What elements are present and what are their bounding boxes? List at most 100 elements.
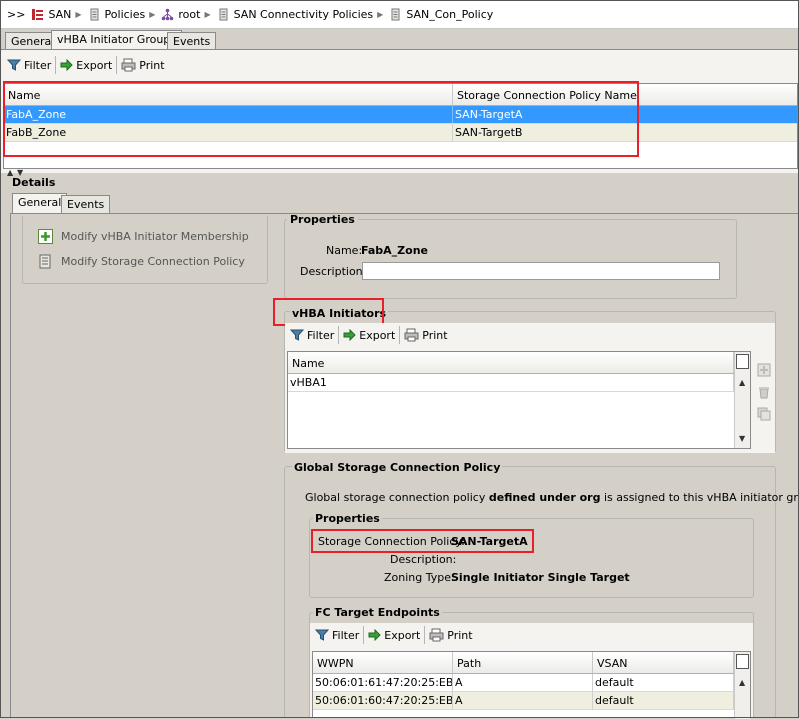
zoning-type-value: Single Initiator Single Target bbox=[451, 571, 630, 584]
column-chooser-icon[interactable] bbox=[736, 654, 749, 669]
breadcrumb-item-policies[interactable]: Policies ▶ bbox=[88, 8, 156, 21]
column-header-vsan[interactable]: VSAN bbox=[593, 652, 734, 673]
cell-wwpn: 50:06:01:60:47:20:25:EB bbox=[315, 692, 453, 709]
export-arrow-icon bbox=[60, 59, 73, 71]
filter-button[interactable]: Filter bbox=[311, 626, 365, 644]
modify-storage-connection-policy-action[interactable]: Modify Storage Connection Policy bbox=[38, 253, 245, 270]
desc-text: is assigned to this vHBA initiator group… bbox=[603, 491, 799, 504]
column-header-name[interactable]: Name bbox=[288, 352, 734, 373]
filter-label: Filter bbox=[307, 328, 335, 342]
fc-toolbar: Filter Export Print bbox=[311, 626, 477, 644]
details-tab-general[interactable]: General bbox=[12, 193, 68, 213]
breadcrumb-separator-icon: ▶ bbox=[204, 10, 211, 19]
breadcrumb-item-san[interactable]: SAN ▶ bbox=[31, 8, 82, 21]
cell-policy-name: SAN-TargetA bbox=[455, 108, 523, 121]
name-label: Name: bbox=[326, 244, 363, 257]
cell-vsan: default bbox=[593, 692, 734, 709]
desc-bold: defined under org bbox=[488, 491, 601, 504]
scp-label: Storage Connection Policy: bbox=[318, 535, 465, 548]
filter-button[interactable]: Filter bbox=[3, 56, 57, 74]
breadcrumb-separator-icon: ▶ bbox=[149, 10, 156, 19]
vhba-initiators-table: Name vHBA1 ▲ ▼ bbox=[287, 351, 751, 449]
details-title: Details bbox=[12, 176, 56, 189]
action-label: Modify vHBA Initiator Membership bbox=[61, 230, 249, 243]
printer-icon bbox=[121, 58, 136, 72]
export-button[interactable]: Export bbox=[56, 56, 118, 74]
filter-funnel-icon bbox=[7, 59, 21, 71]
policy-scroll-icon bbox=[219, 8, 228, 21]
table-row[interactable]: vHBA1 bbox=[288, 374, 750, 392]
zoning-type-label: Zoning Type: bbox=[384, 571, 455, 584]
global-properties-group bbox=[309, 518, 754, 598]
description-field[interactable] bbox=[362, 262, 720, 280]
column-header-name[interactable]: Name bbox=[4, 84, 453, 105]
properties-icon[interactable] bbox=[757, 407, 771, 421]
breadcrumb-label: SAN Connectivity Policies bbox=[233, 8, 374, 21]
filter-label: Filter bbox=[24, 58, 52, 72]
desc-text: Global storage connection policy bbox=[305, 491, 489, 504]
breadcrumb-item-root[interactable]: root ▶ bbox=[161, 8, 211, 21]
column-header-storage-connection-policy-name[interactable]: Storage Connection Policy Name bbox=[453, 84, 797, 105]
breadcrumb-label: SAN bbox=[48, 8, 72, 21]
global-properties-legend: Properties bbox=[313, 512, 382, 525]
table-header: Name bbox=[288, 352, 750, 374]
delete-trash-icon[interactable] bbox=[757, 385, 771, 399]
table-row[interactable]: FabA_Zone SAN-TargetA bbox=[4, 106, 797, 124]
policy-scroll-icon bbox=[39, 254, 51, 269]
print-button[interactable]: Print bbox=[117, 56, 168, 74]
scp-value: SAN-TargetA bbox=[451, 535, 528, 548]
export-label: Export bbox=[76, 58, 113, 72]
breadcrumb-prefix[interactable]: >> bbox=[7, 8, 25, 21]
export-button[interactable]: Export bbox=[364, 626, 426, 644]
groups-toolbar: Filter Export Print bbox=[3, 56, 169, 74]
breadcrumb-separator-icon: ▶ bbox=[377, 10, 384, 19]
vhba-initiators-legend: vHBA Initiators bbox=[290, 307, 389, 320]
tab-vhba-initiator-groups[interactable]: vHBA Initiator Groups bbox=[51, 30, 183, 50]
cell-wwpn: 50:06:01:61:47:20:25:EB bbox=[315, 674, 453, 691]
breadcrumb-item-san-con-policy[interactable]: SAN_Con_Policy bbox=[389, 8, 493, 21]
scroll-down-icon[interactable]: ▼ bbox=[739, 434, 745, 443]
table-header: Name Storage Connection Policy Name bbox=[4, 84, 797, 106]
san-icon bbox=[32, 9, 44, 20]
column-header-path[interactable]: Path bbox=[453, 652, 593, 673]
export-button[interactable]: Export bbox=[339, 326, 401, 344]
table-row[interactable]: 50:06:01:60:47:20:25:EB A default bbox=[313, 692, 750, 710]
printer-icon bbox=[429, 628, 444, 642]
export-arrow-icon bbox=[343, 329, 356, 341]
print-button[interactable]: Print bbox=[425, 626, 476, 644]
pane-splitter[interactable]: ▲ ▼ bbox=[0, 168, 799, 177]
cell-path: A bbox=[453, 674, 593, 691]
cell-name: FabA_Zone bbox=[4, 106, 453, 123]
table-row[interactable]: 50:06:01:61:47:20:25:EB A default bbox=[313, 674, 750, 692]
add-plus-icon bbox=[38, 229, 53, 244]
table-header: WWPN Path VSAN bbox=[313, 652, 750, 674]
vertical-scrollbar[interactable]: ▲ ▼ bbox=[734, 352, 750, 448]
filter-funnel-icon bbox=[290, 329, 304, 341]
filter-funnel-icon bbox=[315, 629, 329, 641]
filter-label: Filter bbox=[332, 628, 360, 642]
cell-name: vHBA1 bbox=[288, 374, 734, 391]
export-label: Export bbox=[359, 328, 396, 342]
modify-vhba-membership-action[interactable]: Modify vHBA Initiator Membership bbox=[38, 229, 249, 244]
details-tab-events[interactable]: Events bbox=[61, 195, 111, 213]
column-header-wwpn[interactable]: WWPN bbox=[313, 652, 453, 673]
print-button[interactable]: Print bbox=[400, 326, 451, 344]
print-label: Print bbox=[139, 58, 165, 72]
column-chooser-icon[interactable] bbox=[736, 354, 749, 369]
breadcrumb: >> SAN ▶ Policies ▶ root ▶ SAN Connectiv… bbox=[1, 1, 798, 29]
breadcrumb-item-san-connectivity-policies[interactable]: SAN Connectivity Policies ▶ bbox=[217, 8, 384, 21]
add-icon[interactable] bbox=[757, 363, 771, 377]
vertical-scrollbar[interactable]: ▲ bbox=[734, 652, 750, 719]
tab-events[interactable]: Events bbox=[167, 32, 217, 50]
properties-legend: Properties bbox=[290, 213, 355, 226]
breadcrumb-label: root bbox=[178, 8, 201, 21]
description-label: Description: bbox=[300, 265, 367, 278]
vhba-toolbar: Filter Export Print bbox=[286, 326, 452, 344]
table-row[interactable]: FabB_Zone SAN-TargetB bbox=[4, 124, 797, 142]
global-scp-legend: Global Storage Connection Policy bbox=[292, 461, 503, 474]
org-tree-icon bbox=[162, 8, 174, 21]
scroll-up-icon[interactable]: ▲ bbox=[739, 378, 745, 387]
fc-target-endpoints-legend: FC Target Endpoints bbox=[313, 606, 442, 619]
filter-button[interactable]: Filter bbox=[286, 326, 340, 344]
scroll-up-icon[interactable]: ▲ bbox=[739, 678, 745, 687]
